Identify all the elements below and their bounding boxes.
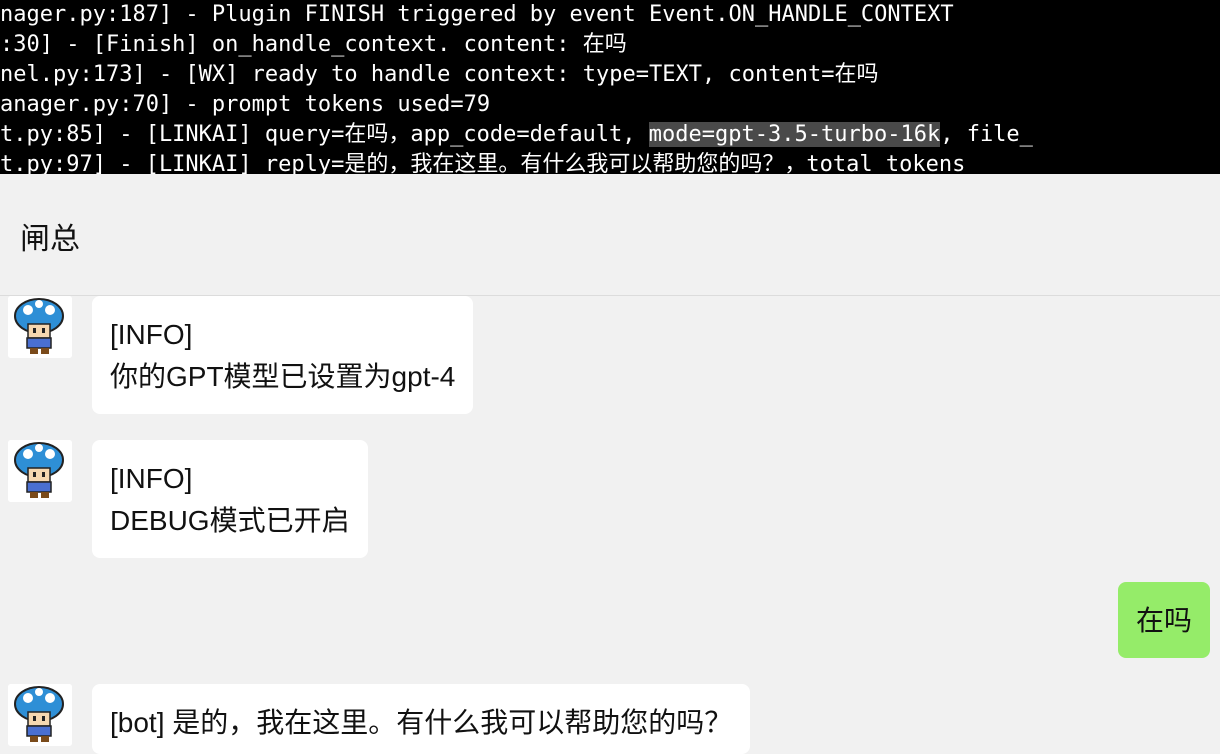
log-text: t.py:85] - [LINKAI] query=在吗，app_code=de… — [0, 122, 649, 147]
terminal-log: nager.py:187] - Plugin FINISH triggered … — [0, 0, 1220, 174]
chat-title: 闸总 — [20, 223, 80, 256]
log-line: :30] - [Finish] on_handle_context. conte… — [0, 32, 627, 57]
self-message-bubble[interactable]: 在吗 — [1117, 582, 1210, 658]
toad-avatar-icon — [8, 440, 72, 502]
bot-avatar[interactable] — [8, 684, 72, 746]
message-list[interactable]: [INFO] 你的GPT模型已设置为gpt-4 [INFO] DEBUG模式已开… — [0, 296, 1220, 754]
bot-avatar[interactable] — [8, 296, 72, 358]
message-bubble[interactable]: [bot] 是的，我在这里。有什么我可以帮助您的吗？ — [92, 684, 751, 754]
log-line: nager.py:187] - Plugin FINISH triggered … — [0, 2, 954, 27]
message-text: DEBUG模式已开启 — [110, 505, 350, 536]
bot-avatar[interactable] — [8, 440, 72, 502]
message-bubble[interactable]: [INFO] 你的GPT模型已设置为gpt-4 — [92, 296, 474, 414]
message-text: 在吗 — [1135, 605, 1192, 636]
message-text: 你的GPT模型已设置为gpt-4 — [110, 361, 456, 392]
log-line: t.py:97] - [LINKAI] reply=是的，我在这里。有什么我可以… — [0, 152, 966, 174]
toad-avatar-icon — [8, 296, 72, 358]
message-bubble[interactable]: [INFO] DEBUG模式已开启 — [92, 440, 368, 558]
log-line: anager.py:70] - prompt tokens used=79 — [0, 92, 491, 117]
log-line: t.py:85] - [LINKAI] query=在吗，app_code=de… — [0, 120, 1033, 150]
selected-text[interactable]: mode=gpt-3.5-turbo-16k — [648, 122, 941, 147]
message-text: [INFO] — [110, 319, 193, 350]
message-text: [INFO] — [110, 463, 193, 494]
message-text: [bot] 是的，我在这里。有什么我可以帮助您的吗？ — [110, 707, 733, 738]
log-line: nel.py:173] - [WX] ready to handle conte… — [0, 62, 879, 87]
log-text: , file_ — [940, 122, 1033, 147]
chat-header: 闸总 — [0, 174, 1220, 296]
toad-avatar-icon — [8, 684, 72, 746]
